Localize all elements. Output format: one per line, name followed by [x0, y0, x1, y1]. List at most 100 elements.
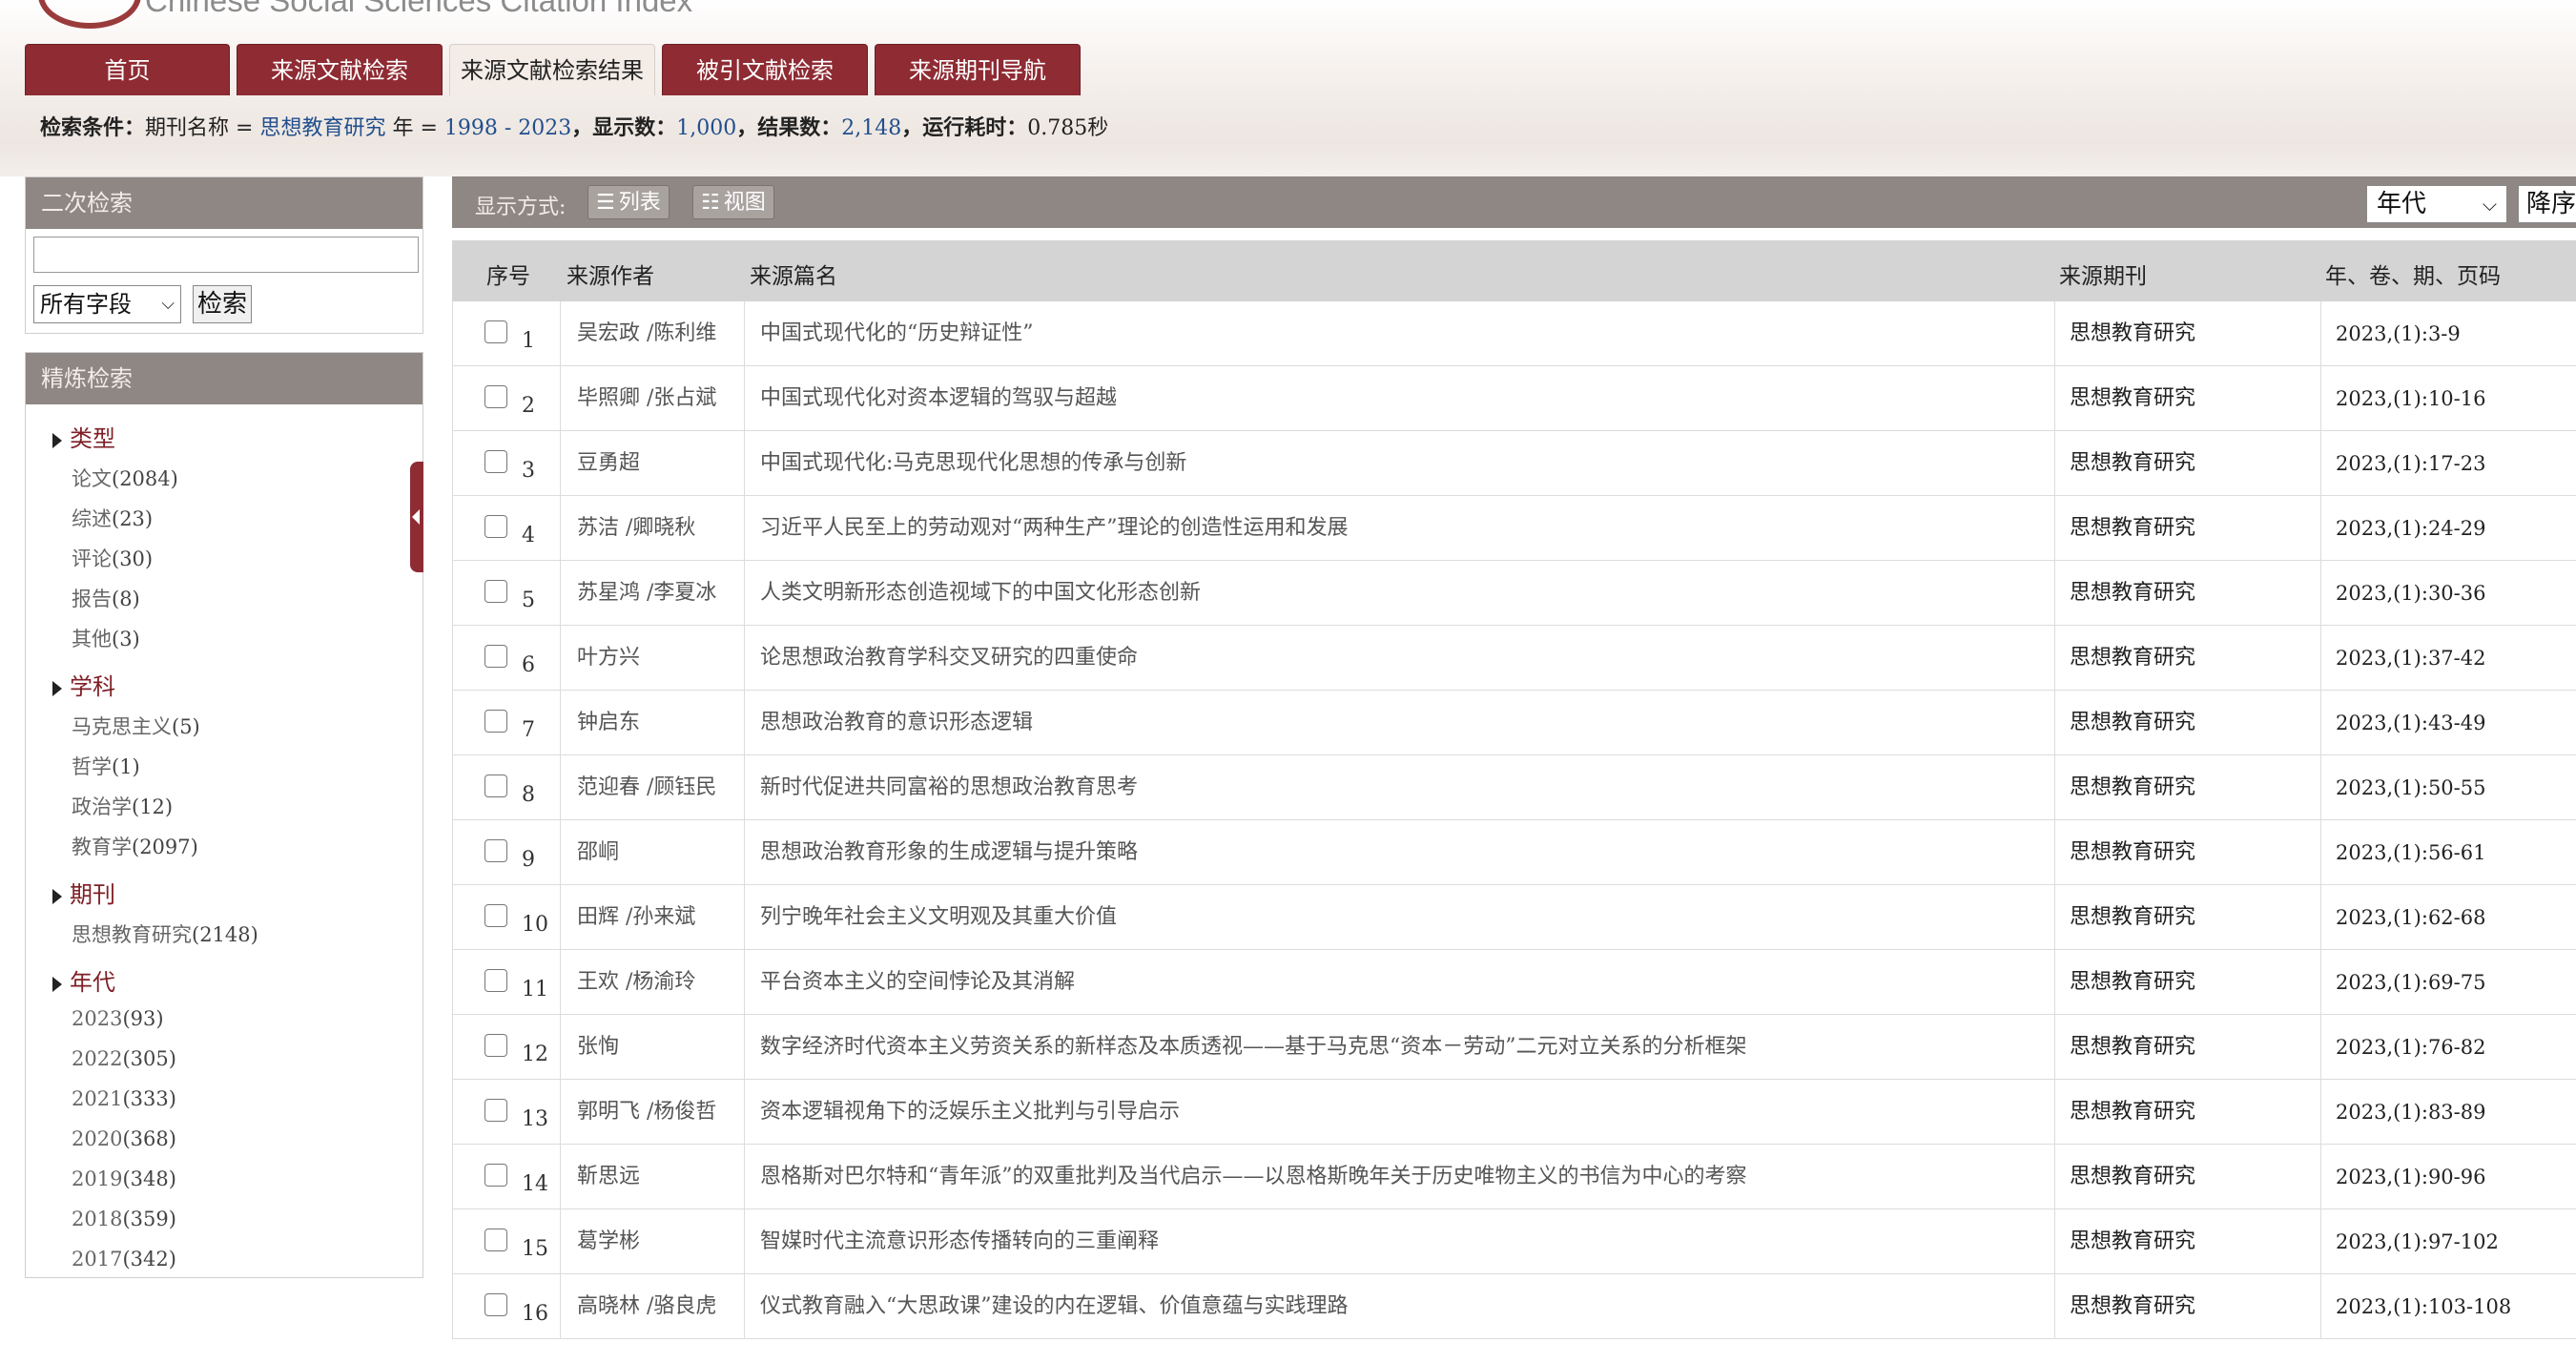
row-journal[interactable]: 思想教育研究 — [2070, 1209, 2195, 1274]
row-title[interactable]: 中国式现代化的“历史辩证性” — [760, 301, 1034, 366]
list-view-button[interactable]: ☰ 列表 — [587, 185, 670, 219]
row-author[interactable]: 张恂 — [577, 1015, 619, 1080]
row-journal[interactable]: 思想教育研究 — [2070, 301, 2195, 366]
tab-source-search[interactable]: 来源文献检索 — [237, 44, 443, 95]
refine-facet-item[interactable]: 政治学(12) — [72, 792, 173, 820]
row-checkbox[interactable] — [484, 1034, 507, 1057]
refine-facet-item[interactable]: 思想教育研究(2148) — [72, 919, 258, 948]
refine-facet-item[interactable]: 2018(359) — [72, 1208, 176, 1230]
row-author[interactable]: 邵峒 — [577, 820, 619, 885]
refine-facet-item[interactable]: 评论(30) — [72, 544, 153, 572]
row-checkbox[interactable] — [484, 385, 507, 408]
sort-order-button[interactable]: 降序 — [2518, 185, 2576, 223]
row-checkbox[interactable] — [484, 710, 507, 733]
row-author[interactable]: 范迎春 /顾钰民 — [577, 755, 716, 820]
row-checkbox[interactable] — [484, 1229, 507, 1251]
refine-facet-item[interactable]: 论文(2084) — [72, 464, 178, 492]
row-author[interactable]: 苏星鸿 /李夏冰 — [577, 561, 716, 626]
row-title[interactable]: 习近平人民至上的劳动观对“两种生产”理论的创造性运用和发展 — [760, 496, 1349, 561]
row-author[interactable]: 靳思远 — [577, 1145, 640, 1209]
row-journal[interactable]: 思想教育研究 — [2070, 1274, 2195, 1339]
secondary-search-input[interactable] — [33, 237, 419, 273]
row-title[interactable]: 思想政治教育的意识形态逻辑 — [760, 691, 1033, 755]
collapse-sidebar-handle[interactable] — [410, 462, 423, 572]
row-journal[interactable]: 思想教育研究 — [2070, 1145, 2195, 1209]
row-author[interactable]: 钟启东 — [577, 691, 640, 755]
row-checkbox[interactable] — [484, 839, 507, 862]
row-checkbox[interactable] — [484, 969, 507, 992]
refine-facet-item[interactable]: 2020(368) — [72, 1127, 176, 1150]
column-divider — [744, 1145, 745, 1209]
row-title[interactable]: 新时代促进共同富裕的思想政治教育思考 — [760, 755, 1138, 820]
refine-facet-item[interactable]: 其他(3) — [72, 624, 140, 652]
row-author[interactable]: 吴宏政 /陈利维 — [577, 301, 716, 366]
tab-cited-search[interactable]: 被引文献检索 — [662, 44, 868, 95]
row-title[interactable]: 智媒时代主流意识形态传播转向的三重阐释 — [760, 1209, 1159, 1274]
sort-field-select[interactable]: 年代 ⌵ — [2366, 185, 2507, 223]
row-checkbox[interactable] — [484, 1099, 507, 1122]
row-journal[interactable]: 思想教育研究 — [2070, 561, 2195, 626]
refine-facet-item[interactable]: 哲学(1) — [72, 752, 140, 780]
row-journal[interactable]: 思想教育研究 — [2070, 366, 2195, 431]
refine-facet-item[interactable]: 报告(8) — [72, 584, 140, 612]
row-journal[interactable]: 思想教育研究 — [2070, 885, 2195, 950]
row-title[interactable]: 平台资本主义的空间悖论及其消解 — [760, 950, 1075, 1015]
row-author[interactable]: 毕照卿 /张占斌 — [577, 366, 716, 431]
field-select[interactable]: 所有字段 ⌵ — [33, 285, 181, 323]
refine-facet-item[interactable]: 2017(342) — [72, 1248, 176, 1270]
row-journal[interactable]: 思想教育研究 — [2070, 626, 2195, 691]
row-author[interactable]: 郭明飞 /杨俊哲 — [577, 1080, 716, 1145]
row-author[interactable]: 葛学彬 — [577, 1209, 640, 1274]
row-checkbox[interactable] — [484, 450, 507, 473]
row-journal[interactable]: 思想教育研究 — [2070, 496, 2195, 561]
row-title[interactable]: 资本逻辑视角下的泛娱乐主义批判与引导启示 — [760, 1080, 1180, 1145]
row-author[interactable]: 高晓林 /骆良虎 — [577, 1274, 716, 1339]
row-author[interactable]: 叶方兴 — [577, 626, 640, 691]
refine-group-title[interactable]: 学科 — [52, 668, 115, 701]
refine-facet-item[interactable]: 综述(23) — [72, 504, 153, 532]
refine-group-title[interactable]: 年代 — [52, 963, 115, 997]
row-checkbox[interactable] — [484, 1293, 507, 1316]
secondary-search-button[interactable]: 检索 — [193, 285, 252, 323]
row-title[interactable]: 恩格斯对巴尔特和“青年派”的双重批判及当代启示——以恩格斯晚年关于历史唯物主义的… — [760, 1145, 1747, 1209]
refine-facet-item[interactable]: 教育学(2097) — [72, 832, 198, 860]
refine-group-title[interactable]: 类型 — [52, 420, 115, 453]
row-author[interactable]: 王欢 /杨渝玲 — [577, 950, 695, 1015]
row-journal[interactable]: 思想教育研究 — [2070, 950, 2195, 1015]
row-title[interactable]: 人类文明新形态创造视域下的中国文化形态创新 — [760, 561, 1201, 626]
refine-facet-item[interactable]: 2019(348) — [72, 1167, 176, 1190]
refine-facet-item[interactable]: 2022(305) — [72, 1047, 176, 1070]
row-checkbox[interactable] — [484, 320, 507, 343]
row-author[interactable]: 苏洁 /卿晓秋 — [577, 496, 695, 561]
row-checkbox[interactable] — [484, 774, 507, 797]
grid-view-button[interactable]: ☷ 视图 — [692, 185, 774, 219]
row-title[interactable]: 数字经济时代资本主义劳资关系的新样态及本质透视——基于马克思“资本－劳动”二元对… — [760, 1015, 1747, 1080]
row-journal[interactable]: 思想教育研究 — [2070, 755, 2195, 820]
row-title[interactable]: 思想政治教育形象的生成逻辑与提升策略 — [760, 820, 1138, 885]
row-title[interactable]: 列宁晚年社会主义文明观及其重大价值 — [760, 885, 1117, 950]
row-journal[interactable]: 思想教育研究 — [2070, 1015, 2195, 1080]
row-checkbox[interactable] — [484, 580, 507, 603]
row-title[interactable]: 仪式教育融入“大思政课”建设的内在逻辑、价值意蕴与实践理路 — [760, 1274, 1349, 1339]
row-checkbox[interactable] — [484, 1164, 507, 1187]
refine-facet-item[interactable]: 2023(93) — [72, 1007, 164, 1030]
tab-home[interactable]: 首页 — [25, 44, 230, 95]
refine-group-title[interactable]: 期刊 — [52, 876, 115, 909]
refine-facet-item[interactable]: 2021(333) — [72, 1087, 176, 1110]
row-checkbox[interactable] — [484, 645, 507, 668]
row-journal[interactable]: 思想教育研究 — [2070, 1080, 2195, 1145]
row-checkbox[interactable] — [484, 515, 507, 538]
row-title[interactable]: 中国式现代化:马克思现代化思想的传承与创新 — [760, 431, 1186, 496]
tab-journal-navigation[interactable]: 来源期刊导航 — [875, 44, 1081, 95]
row-journal[interactable]: 思想教育研究 — [2070, 691, 2195, 755]
row-journal[interactable]: 思想教育研究 — [2070, 820, 2195, 885]
row-checkbox[interactable] — [484, 904, 507, 927]
row-journal[interactable]: 思想教育研究 — [2070, 431, 2195, 496]
row-author[interactable]: 田辉 /孙来斌 — [577, 885, 695, 950]
column-divider — [2054, 950, 2055, 1015]
row-title[interactable]: 论思想政治教育学科交叉研究的四重使命 — [760, 626, 1138, 691]
row-author[interactable]: 豆勇超 — [577, 431, 640, 496]
row-title[interactable]: 中国式现代化对资本逻辑的驾驭与超越 — [760, 366, 1117, 431]
tab-source-search-results[interactable]: 来源文献检索结果 — [449, 44, 655, 95]
refine-facet-item[interactable]: 马克思主义(5) — [72, 712, 200, 740]
